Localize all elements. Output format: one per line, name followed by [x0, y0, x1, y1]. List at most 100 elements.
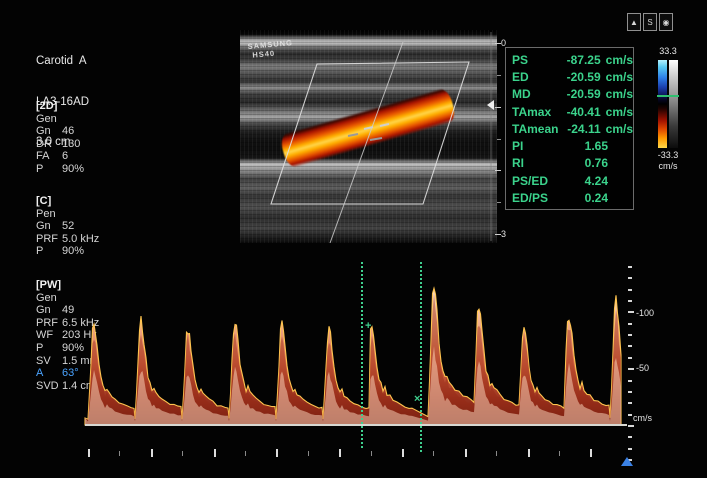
- measurement-row-ri: RI0.76: [506, 155, 633, 172]
- tick: [495, 43, 501, 44]
- colorbar-min-label: -33.3: [651, 150, 685, 160]
- param-row-prf: PRF5.0 kHz: [36, 233, 99, 246]
- tick: [495, 170, 501, 171]
- param-value: 49: [62, 304, 74, 317]
- s-badge-icon[interactable]: S: [643, 13, 657, 31]
- section-title-2d: [2D]: [36, 100, 84, 113]
- param-value: 5.0 kHz: [62, 233, 99, 246]
- tick: [628, 448, 632, 450]
- param-label: PRF: [36, 233, 62, 246]
- measure-cursor-1[interactable]: [361, 262, 363, 448]
- params-2d: [2D] Gen Gn46DR130FA6P90%: [36, 100, 84, 176]
- tick: [497, 202, 501, 203]
- measurement-unit: cm/s: [601, 70, 633, 84]
- measurement-value: -87.25: [560, 53, 601, 67]
- measurement-row-tamean: TAmean-24.11cm/s: [506, 120, 633, 137]
- status-icon-row: ▲S◉: [627, 13, 673, 31]
- param-value: 90%: [62, 245, 84, 258]
- measurement-value: -20.59: [560, 87, 601, 101]
- measurement-label: ED/PS: [506, 191, 564, 205]
- tick: [528, 449, 530, 457]
- param-label: PRF: [36, 317, 62, 330]
- measurement-unit: cm/s: [601, 87, 633, 101]
- measurement-label: ED: [506, 70, 560, 84]
- measurement-value: 1.65: [564, 139, 608, 153]
- grayscale-bar: [669, 60, 678, 148]
- param-value: 46: [62, 125, 74, 138]
- tick: [402, 449, 404, 457]
- measurement-row-ps: PS-87.25cm/s: [506, 51, 633, 68]
- param-row-p: P90%: [36, 163, 84, 176]
- measurement-value: 4.24: [564, 174, 608, 188]
- measure-cursor-2[interactable]: [420, 262, 422, 452]
- param-label: WF: [36, 329, 62, 342]
- measurement-label: PI: [506, 139, 564, 153]
- param-row-fa: FA6: [36, 150, 84, 163]
- spectral-baseline: [85, 424, 627, 426]
- tick: [559, 451, 560, 456]
- param-label: A: [36, 367, 62, 380]
- param-label: Gn: [36, 304, 62, 317]
- measurement-label: RI: [506, 156, 564, 170]
- tick: [465, 449, 467, 457]
- color-doppler-bar: [658, 60, 667, 148]
- params-color: [C] Pen Gn52PRF5.0 kHzP90%: [36, 195, 99, 258]
- tick: [433, 451, 434, 456]
- power-icon[interactable]: ◉: [659, 13, 673, 31]
- param-value: 130: [62, 138, 80, 151]
- param-label: P: [36, 163, 62, 176]
- param-row-gn: Gn52: [36, 220, 99, 233]
- bmode-image: SAMSUNG HS40: [240, 30, 497, 243]
- tick: [119, 451, 120, 456]
- colorbar-unit-label: cm/s: [651, 161, 685, 171]
- param-row-gn: Gn46: [36, 125, 84, 138]
- measurement-value: -40.41: [560, 105, 601, 119]
- tick: [151, 449, 153, 457]
- roi-overlay: [240, 30, 497, 243]
- param-row-dr: DR130: [36, 138, 84, 151]
- ultrasound-screen: Carotid A LA3-16AD 3.0 cm [2D] Gen Gn46D…: [0, 0, 707, 478]
- tick: [628, 436, 632, 438]
- caliper-plus-marker: +: [365, 321, 371, 331]
- tick: [496, 451, 497, 456]
- param-value: 52: [62, 220, 74, 233]
- param-label: DR: [36, 138, 62, 151]
- tick: [497, 139, 501, 140]
- measurement-unit: cm/s: [601, 105, 633, 119]
- param-value: 90%: [62, 163, 84, 176]
- wall-filter-marker: [657, 95, 679, 97]
- measurement-label: TAmean: [506, 122, 560, 136]
- param-value: 6: [62, 150, 68, 163]
- measurement-row-ed-ps: ED/PS0.24: [506, 189, 633, 206]
- tick: [495, 107, 501, 108]
- measurement-value: 0.24: [564, 191, 608, 205]
- measurement-panel: PS-87.25cm/sED-20.59cm/sMD-20.59cm/sTAma…: [505, 47, 634, 210]
- param-label: P: [36, 245, 62, 258]
- param-label: SVD: [36, 380, 62, 393]
- tick: [308, 451, 309, 456]
- section-title-c: [C]: [36, 195, 99, 208]
- mode-2d: Gen: [36, 113, 84, 126]
- param-row-p: P90%: [36, 245, 99, 258]
- tick: [245, 451, 246, 456]
- measurement-row-ed: ED-20.59cm/s: [506, 68, 633, 85]
- measurement-value: 0.76: [564, 156, 608, 170]
- measurement-row-tamax: TAmax-40.41cm/s: [506, 103, 633, 120]
- exam-preset: Carotid A: [36, 55, 89, 69]
- param-label: SV: [36, 355, 62, 368]
- measurement-row-md: MD-20.59cm/s: [506, 86, 633, 103]
- measurement-unit: cm/s: [601, 53, 633, 67]
- tick: [495, 234, 501, 235]
- tick: [497, 75, 501, 76]
- depth-tick-label-3: 3: [501, 229, 506, 239]
- measurement-label: TAmax: [506, 105, 560, 119]
- tick: [339, 449, 341, 457]
- mode-c: Pen: [36, 208, 99, 221]
- transducer-icon[interactable]: ▲: [627, 13, 641, 31]
- measurement-value: -20.59: [560, 70, 601, 84]
- caliper-x-marker: ×: [414, 394, 420, 404]
- focus-marker-icon: [487, 100, 494, 110]
- param-label: Gn: [36, 220, 62, 233]
- measurement-label: PS: [506, 53, 560, 67]
- sweep-position-icon: [621, 457, 633, 466]
